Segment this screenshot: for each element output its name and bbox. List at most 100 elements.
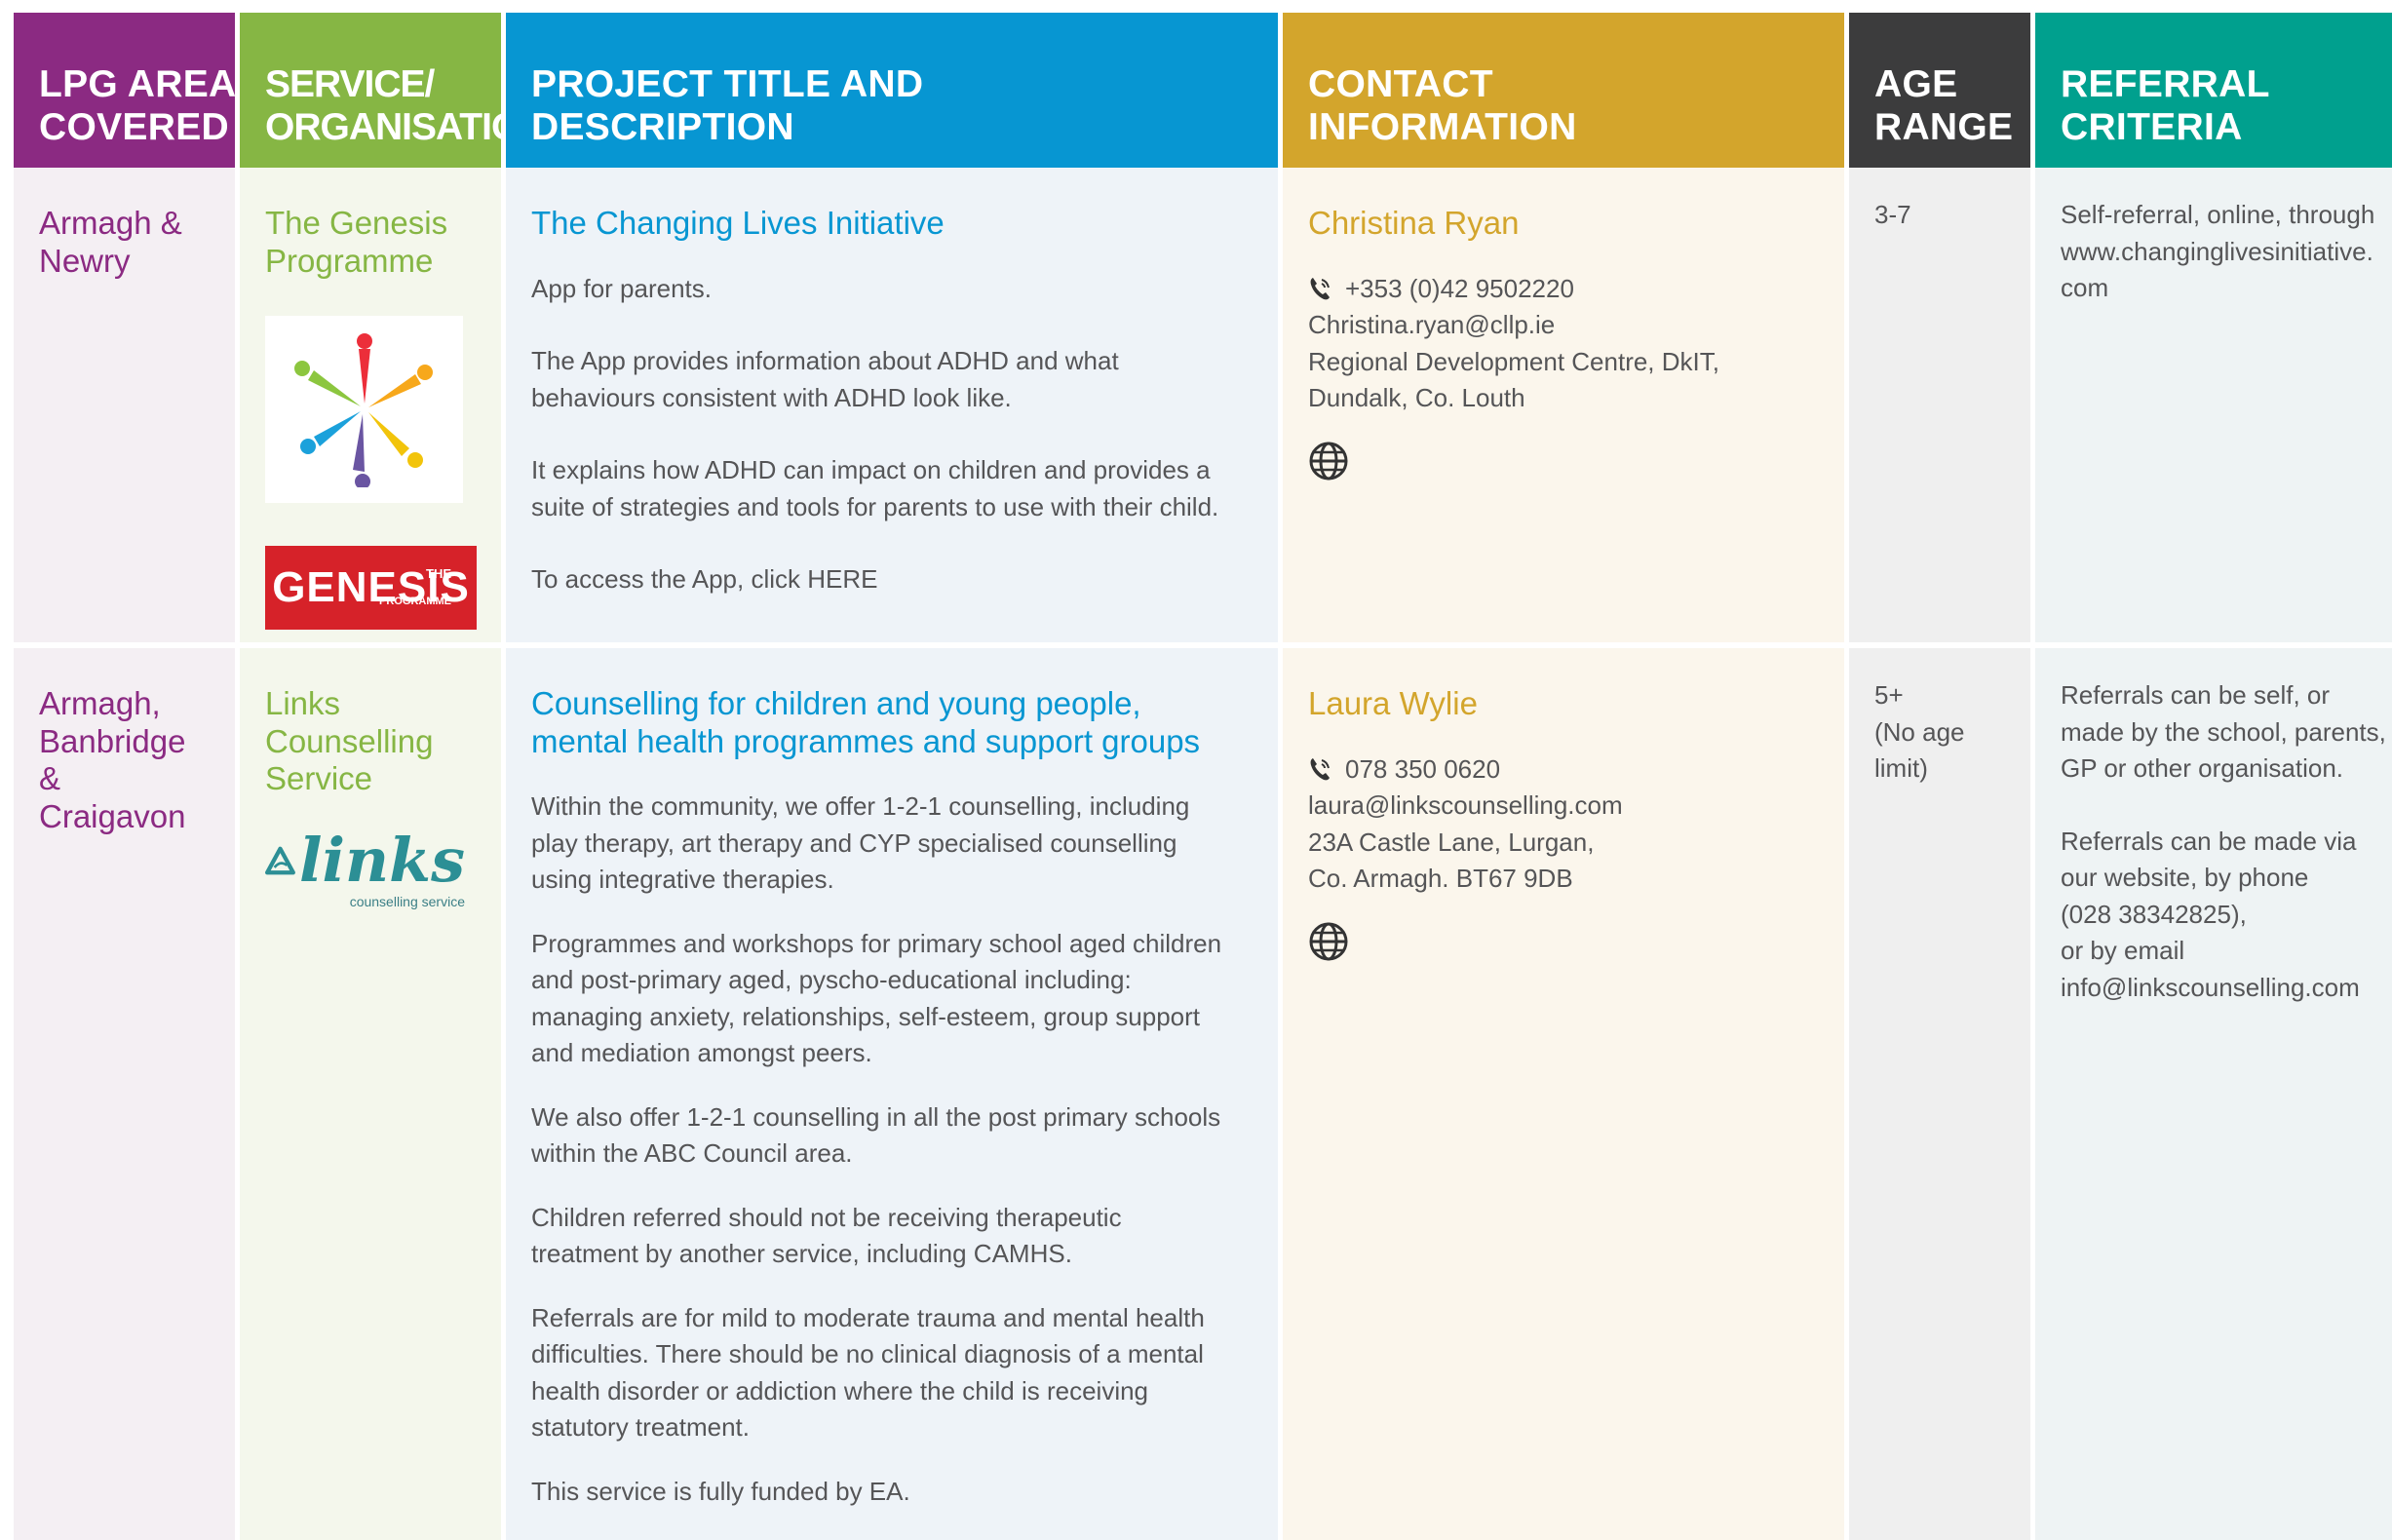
organisation-name: The Genesis Programme xyxy=(265,205,476,280)
phone-number[interactable]: +353 (0)42 9502220 xyxy=(1345,271,1574,308)
contact-address-line: 23A Castle Lane, Lurgan, xyxy=(1308,827,1595,857)
project-title: The Changing Lives Initiative xyxy=(531,205,1253,243)
header-text: REFERRAL xyxy=(2061,63,2270,105)
project-title: Counselling for children and young peopl… xyxy=(531,685,1253,760)
text-line: treatment by another service, including … xyxy=(531,1239,1072,1268)
area-line: Banbridge xyxy=(39,722,186,759)
contact-name: Christina Ryan xyxy=(1308,205,1520,241)
referral-line: Referrals can be self, or xyxy=(2061,680,2331,710)
age-range: 3-7 xyxy=(1874,200,1911,229)
organisation-name: Links Counselling Service xyxy=(265,685,476,798)
description-paragraph: It explains how ADHD can impact on child… xyxy=(531,452,1253,525)
area-line: Newry xyxy=(39,242,131,279)
area-line: & Craigavon xyxy=(39,760,186,834)
area-line: Armagh & xyxy=(39,205,182,241)
phone-number[interactable]: 078 350 0620 xyxy=(1345,751,1500,789)
title-line: Counselling for children and young peopl… xyxy=(531,685,1141,721)
row2-area-cell: Armagh, Banbridge & Craigavon xyxy=(14,648,235,1540)
referral-line: our website, by phone xyxy=(2061,863,2309,892)
links-triangle-icon xyxy=(265,846,295,874)
text-line: This service is fully funded by EA. xyxy=(531,1476,910,1506)
row1-age-cell: 3-7 xyxy=(1849,168,2030,648)
text-line: health disorder or addiction where the c… xyxy=(531,1375,1149,1405)
description-paragraph: The App provides information about ADHD … xyxy=(531,343,1253,416)
header-text: DESCRIPTION xyxy=(531,106,794,148)
contact-email[interactable]: laura@linkscounselling.com xyxy=(1308,788,1819,825)
row1-referral-cell: Self-referral, online, through www.chang… xyxy=(2035,168,2392,648)
links-wordmark: links xyxy=(265,824,465,896)
header-lpg-area: LPG AREA COVERED xyxy=(14,13,237,168)
text-line[interactable]: To access the App, click HERE xyxy=(531,561,1253,598)
org-line: Service xyxy=(265,760,373,796)
text-line: difficulties. There should be no clinica… xyxy=(531,1339,1204,1368)
text-line: and post-primary aged, pyscho-educationa… xyxy=(531,965,1132,994)
contact-email[interactable]: Christina.ryan@cllp.ie xyxy=(1308,307,1819,344)
org-line: Links xyxy=(265,685,341,721)
description-paragraph: Within the community, we offer 1-2-1 cou… xyxy=(531,789,1253,899)
area-line: Armagh, xyxy=(39,685,161,721)
star-people-icon xyxy=(293,333,433,487)
referral-email[interactable]: info@linkscounselling.com xyxy=(2061,970,2392,1007)
referral-phone[interactable]: (028 38342825), xyxy=(2061,897,2392,934)
header-text: COVERED xyxy=(39,106,229,148)
header-text: CONTACT xyxy=(1308,63,1493,105)
header-age-range: AGE RANGE xyxy=(1849,13,2030,168)
logo-text: counselling service xyxy=(349,893,465,909)
referral-line: or by email xyxy=(2061,936,2185,965)
links-logo: links counselling service xyxy=(265,824,465,921)
contact-name: Laura Wylie xyxy=(1308,685,1478,721)
title-line: The Changing Lives Initiative xyxy=(531,205,945,241)
text-line: Programmes and workshops for primary sch… xyxy=(531,928,1222,958)
area-name: Armagh, Banbridge & Craigavon xyxy=(39,685,210,835)
text-line: It explains how ADHD can impact on child… xyxy=(531,455,1211,484)
row2-age-cell: 5+ (No age limit) xyxy=(1849,648,2030,1540)
description-paragraph: Children referred should not be receivin… xyxy=(531,1200,1253,1273)
logo-text: links xyxy=(298,824,465,896)
age-range: 5+ xyxy=(1874,680,1904,710)
phone-row[interactable]: 078 350 0620 xyxy=(1308,751,1819,789)
text-line: managing anxiety, relationships, self-es… xyxy=(531,1001,1201,1031)
header-text: INFORMATION xyxy=(1308,106,1577,148)
text-line: Referrals are for mild to moderate traum… xyxy=(531,1302,1205,1332)
header-contact: CONTACT INFORMATION xyxy=(1283,13,1844,168)
app-access-link[interactable]: To access the App, click HERE xyxy=(531,561,1253,598)
logo-text: PROGRAMME xyxy=(379,595,451,607)
row1-service-cell: The Genesis Programme THE GENESIS PROGRA… xyxy=(240,168,501,648)
globe-icon[interactable] xyxy=(1308,921,1349,962)
text-line: The App provides information about ADHD … xyxy=(531,346,1119,375)
text-line: within the ABC Council area. xyxy=(531,1138,853,1168)
description-paragraph: This service is fully funded by EA. xyxy=(531,1474,1253,1511)
header-text: CRITERIA xyxy=(2061,106,2243,148)
header-text: LPG AREA xyxy=(39,63,237,105)
text-line: statutory treatment. xyxy=(531,1412,750,1442)
text-line: suite of strategies and tools for parent… xyxy=(531,491,1219,521)
phone-row[interactable]: +353 (0)42 9502220 xyxy=(1308,271,1819,308)
org-line: The Genesis xyxy=(265,205,448,241)
row2-service-cell: Links Counselling Service links counsell… xyxy=(240,648,501,1540)
services-table: LPG AREA COVERED SERVICE/ ORGANISATION P… xyxy=(14,13,2392,1540)
header-text: AGE xyxy=(1874,63,1958,105)
header-referral: REFERRAL CRITERIA xyxy=(2035,13,2392,168)
header-text: SERVICE/ xyxy=(265,63,435,105)
contact-address-line: Dundalk, Co. Louth xyxy=(1308,383,1525,412)
header-text: RANGE xyxy=(1874,106,2014,148)
globe-icon[interactable] xyxy=(1308,441,1349,481)
phone-icon xyxy=(1310,758,1330,781)
area-name: Armagh & Newry xyxy=(39,205,210,280)
referral-link[interactable]: com xyxy=(2061,270,2392,307)
description-paragraph: Programmes and workshops for primary sch… xyxy=(531,926,1253,1072)
text-line: play therapy, art therapy and CYP specia… xyxy=(531,828,1177,858)
genesis-star-logo xyxy=(265,316,463,503)
row2-contact-cell: Laura Wylie 078 350 0620 laura@linkscoun… xyxy=(1283,648,1844,1540)
age-range: (No age xyxy=(1874,716,1965,747)
referral-link[interactable]: www.changinglivesinitiative. xyxy=(2061,234,2392,271)
text-line: using integrative therapies. xyxy=(531,865,834,894)
text-line: Children referred should not be receivin… xyxy=(531,1202,1122,1232)
referral-line: Self-referral, online, through xyxy=(2061,200,2375,229)
contact-address-line: Regional Development Centre, DkIT, xyxy=(1308,346,1719,376)
header-text: ORGANISATION xyxy=(265,106,547,148)
org-line: Programme xyxy=(265,242,434,279)
org-line: Counselling xyxy=(265,722,434,759)
genesis-wordmark-logo: THE GENESIS PROGRAMME xyxy=(265,546,477,630)
